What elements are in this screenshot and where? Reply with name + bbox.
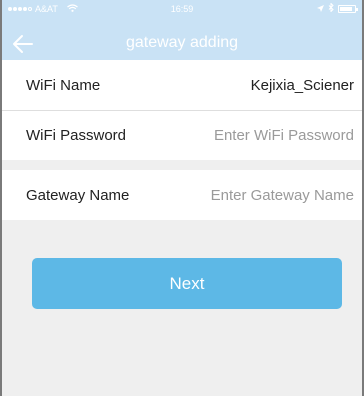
gateway-settings-group: Gateway Name	[2, 170, 362, 220]
header: A&AT 16:59 gateway adding	[2, 0, 362, 60]
wifi-name-value[interactable]: Kejixia_Sciener	[251, 77, 354, 94]
wifi-settings-group: WiFi Name Kejixia_Sciener WiFi Password	[2, 60, 362, 160]
battery-level	[340, 6, 352, 11]
gateway-name-label: Gateway Name	[26, 186, 130, 204]
page-title: gateway adding	[125, 34, 239, 51]
wifi-name-row[interactable]: WiFi Name Kejixia_Sciener	[2, 60, 362, 110]
status-bar: A&AT 16:59	[2, 0, 362, 18]
gateway-name-input[interactable]	[164, 186, 354, 204]
status-time: 16:59	[170, 4, 194, 14]
wifi-password-input[interactable]	[164, 126, 354, 144]
bluetooth-icon	[328, 2, 334, 14]
next-button[interactable]: Next	[32, 258, 342, 309]
status-right	[317, 2, 358, 14]
wifi-name-label: WiFi Name	[26, 76, 101, 94]
gateway-name-row: Gateway Name	[2, 170, 362, 220]
wifi-password-label: WiFi Password	[26, 126, 127, 144]
wifi-password-row: WiFi Password	[2, 110, 362, 160]
location-arrow-icon	[317, 4, 324, 14]
app-screen: A&AT 16:59 gateway adding WiFi Name Keji…	[0, 0, 364, 396]
nav-bar: gateway adding	[2, 28, 362, 60]
battery-icon	[338, 4, 358, 13]
